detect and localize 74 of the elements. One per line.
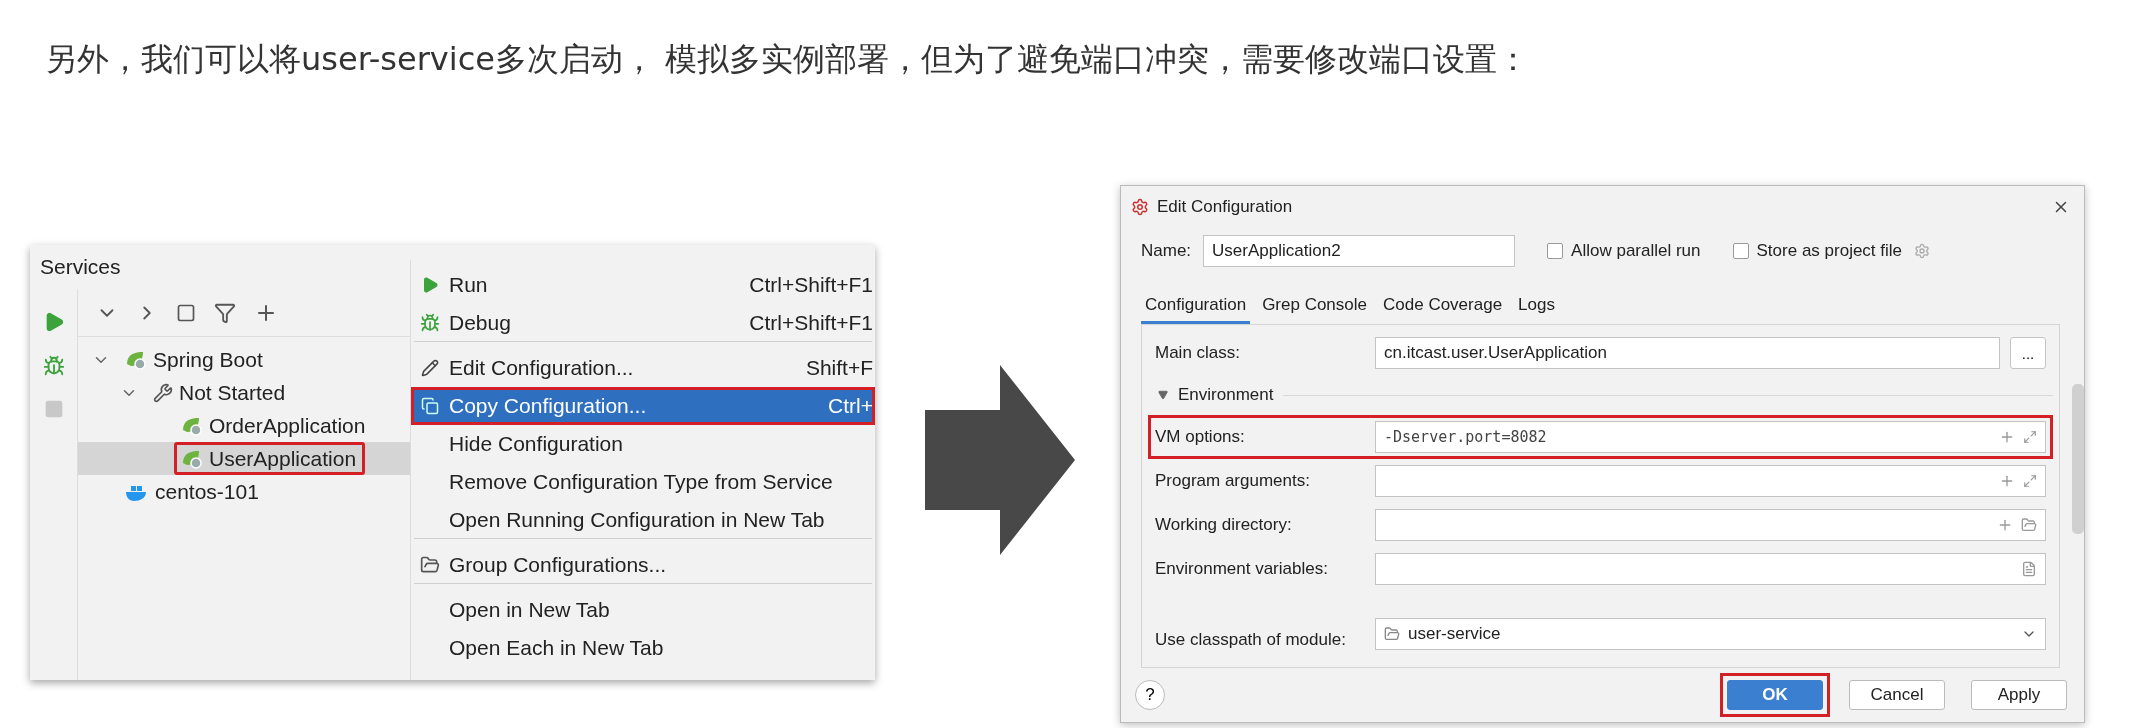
intro-text: 另外，我们可以将user-service多次启动， 模拟多实例部署，但为了避免端口冲突，需要修改端口设置： <box>45 39 1530 80</box>
menu-item[interactable]: Copy Configuration... Ctrl+ <box>411 387 875 425</box>
bug-icon <box>420 313 440 333</box>
checkbox[interactable] <box>1732 243 1749 259</box>
module-dropdown[interactable]: user-service <box>1375 618 2046 650</box>
document-icon[interactable] <box>2021 561 2037 577</box>
menu-item[interactable]: Run Ctrl+Shift+F1 <box>411 266 875 304</box>
field-label: Name: <box>1141 241 1192 261</box>
arrow-icon <box>925 365 1075 555</box>
menu-item[interactable]: Debug Ctrl+Shift+F1 <box>411 304 875 342</box>
spring-leaf-icon <box>181 448 203 469</box>
plus-icon[interactable] <box>1997 517 2013 533</box>
tree-item[interactable]: centos-101 <box>118 475 268 508</box>
text-field[interactable]: cn.itcast.user.UserApplication <box>1375 337 2000 369</box>
pencil-icon <box>421 359 439 377</box>
dialog-title: Edit Configuration <box>1157 197 1294 217</box>
wrench-icon <box>153 382 173 403</box>
dialog-button[interactable]: OK <box>1727 680 1823 710</box>
panel-title: Services <box>40 255 121 278</box>
checkbox[interactable] <box>1547 243 1564 259</box>
field-label: Program arguments: <box>1155 471 1311 491</box>
folder-icon <box>420 555 440 575</box>
tab[interactable]: Code Coverage <box>1379 288 1507 324</box>
folder-icon[interactable] <box>2021 517 2037 533</box>
menu-item[interactable]: Remove Configuration Type from Service <box>411 463 875 501</box>
field-label: Environment variables: <box>1155 559 1329 579</box>
field-label: VM options: <box>1155 427 1246 447</box>
tab[interactable]: Logs <box>1514 288 1559 324</box>
menu-item[interactable]: Group Configurations... <box>411 539 875 584</box>
tab[interactable]: Configuration <box>1141 288 1251 324</box>
field-label: Use classpath of module: <box>1155 630 1347 650</box>
text-field[interactable]: -Dserver.port=8082 <box>1375 421 2046 453</box>
tree-row[interactable]: UserApplication <box>78 442 410 475</box>
dialog-button[interactable]: Apply <box>1971 680 2067 710</box>
scrollbar[interactable] <box>2072 384 2084 534</box>
play-icon <box>421 276 439 294</box>
tree-item[interactable]: OrderApplication <box>174 409 375 442</box>
tree-item[interactable]: Not Started <box>146 376 295 409</box>
menu-item[interactable]: Open in New Tab <box>411 584 875 629</box>
text-field[interactable] <box>1375 553 2046 585</box>
tab[interactable]: Grep Console <box>1258 288 1371 324</box>
text-field[interactable] <box>1375 465 2046 497</box>
browse-button[interactable]: ... <box>2010 337 2046 369</box>
settings-icon[interactable] <box>1914 243 1931 259</box>
menu-item[interactable]: Hide Configuration <box>411 425 875 463</box>
text-field[interactable] <box>1375 509 2046 541</box>
tree-row[interactable]: Spring Boot <box>78 343 410 376</box>
plus-icon[interactable] <box>1999 429 2015 445</box>
plus-icon[interactable] <box>1999 473 2015 489</box>
tree-row[interactable]: Not Started <box>78 376 410 409</box>
checkbox-label[interactable]: Store as project file <box>1756 241 1903 261</box>
field-label: Working directory: <box>1155 515 1293 535</box>
tree-item[interactable]: UserApplication <box>174 442 366 475</box>
menu-item[interactable]: Open Running Configuration in New Tab <box>411 501 875 539</box>
module-icon <box>1384 626 1400 642</box>
spring-leaf-icon <box>125 349 147 370</box>
copy-icon <box>421 397 439 415</box>
tree-row[interactable]: centos-101 <box>78 475 410 508</box>
spring-leaf-icon <box>181 415 203 436</box>
section-label: Environment <box>1178 385 1274 405</box>
tree-item[interactable]: Spring Boot <box>118 343 272 376</box>
field-label: Main class: <box>1155 343 1242 363</box>
dialog-button[interactable]: Cancel <box>1849 680 1945 710</box>
expand-icon[interactable] <box>2023 430 2037 444</box>
stop-icon[interactable] <box>43 399 64 419</box>
menu-item[interactable]: Open Each in New Tab <box>411 629 875 667</box>
triangle-icon[interactable] <box>1158 390 1168 400</box>
help-button[interactable]: ? <box>1135 680 1165 710</box>
tree-row[interactable]: OrderApplication <box>78 409 410 442</box>
name-field[interactable]: UserApplication2 <box>1203 235 1516 267</box>
bug-icon[interactable] <box>42 355 65 377</box>
expand-icon[interactable] <box>2023 474 2037 488</box>
checkbox-label[interactable]: Allow parallel run <box>1571 241 1701 261</box>
filter-icon[interactable] <box>214 301 236 324</box>
